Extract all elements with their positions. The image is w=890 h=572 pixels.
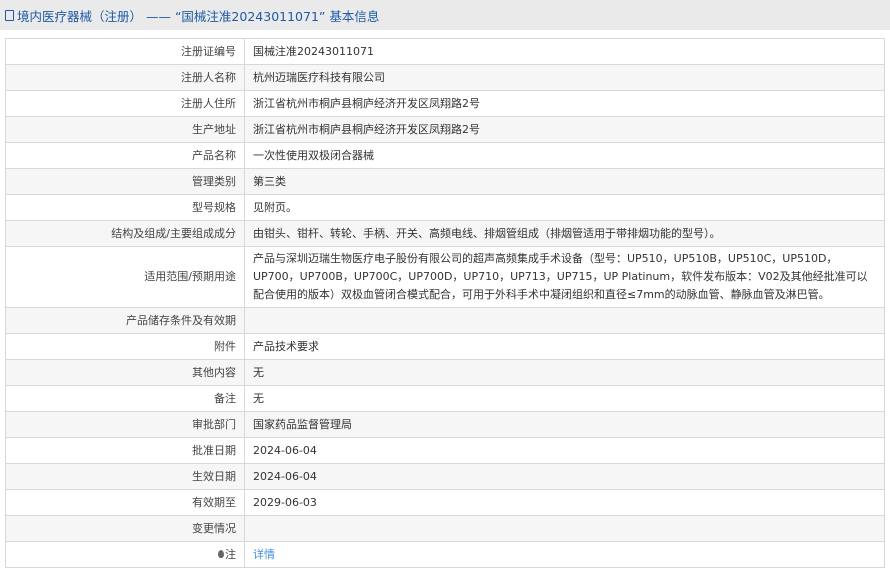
table-row: 管理类别 第三类 (5, 168, 885, 195)
table-row: 其他内容无 (5, 359, 885, 386)
table-row: 有效期至 2029-06-03 (5, 489, 885, 516)
field-label: 产品储存条件及有效期 (5, 307, 245, 334)
field-value: 见附页。 (244, 194, 885, 221)
field-value: 杭州迈瑞医疗科技有限公司 (244, 64, 885, 91)
field-label: 审批部门 (5, 411, 245, 438)
field-value: 一次性使用双极闭合器械 (244, 142, 885, 169)
field-label: 有效期至 (5, 489, 245, 516)
table-row: 型号规格 见附页。 (5, 194, 885, 221)
field-label: 注册人住所 (5, 90, 245, 117)
field-value: 产品与深圳迈瑞生物医疗电子股份有限公司的超声高频集成手术设备（型号：UP510，… (244, 246, 885, 308)
field-label: 管理类别 (5, 168, 245, 195)
page-header: 境内医疗器械（注册） —— “国械注准20243011071” 基本信息 (0, 0, 890, 30)
table-row: 附件 产品技术要求 (5, 333, 885, 360)
field-value: 2029-06-03 (244, 489, 885, 516)
field-value: 国家药品监督管理局 (244, 411, 885, 438)
field-label: 其他内容 (5, 359, 245, 386)
table-row: 审批部门 国家药品监督管理局 (5, 411, 885, 438)
info-table: 注册证编号 国械注准20243011071 注册人名称 杭州迈瑞医疗科技有限公司 注册人… (5, 38, 885, 568)
note-label: 注 (225, 547, 236, 561)
field-label: 注 (5, 541, 245, 568)
field-value: 无 (244, 385, 885, 412)
field-value: 产品技术要求 (244, 333, 885, 360)
field-label: 批准日期 (5, 437, 245, 464)
page-title: 境内医疗器械（注册） —— “国械注准20243011071” 基本信息 (17, 8, 380, 24)
details-link[interactable]: 详情 (253, 548, 275, 561)
table-row: 适用范围/预期用途 产品与深圳迈瑞生物医疗电子股份有限公司的超声高频集成手术设备（… (5, 246, 885, 308)
field-value: 无 (244, 359, 885, 386)
field-value (244, 515, 885, 542)
field-value: 国械注准20243011071 (244, 38, 885, 65)
field-value: 浙江省杭州市桐庐县桐庐经济开发区凤翔路2号 (244, 116, 885, 143)
field-label: 备注 (5, 385, 245, 412)
table-row: 生产地址 浙江省杭州市桐庐县桐庐经济开发区凤翔路2号 (5, 116, 885, 143)
field-label: 生产地址 (5, 116, 245, 143)
table-row: 注 详情 (5, 541, 885, 568)
table-row: 备注无 (5, 385, 885, 412)
field-label: 注册人名称 (5, 64, 245, 91)
field-label: 变更情况 (5, 515, 245, 542)
field-value: 由钳头、钳杆、转轮、手柄、开关、高频电线、排烟管组成（排烟管适用于带排烟功能的型… (244, 220, 885, 247)
field-label: 结构及组成/主要组成成分 (5, 220, 245, 247)
table-row: 结构及组成/主要组成成分 由钳头、钳杆、转轮、手柄、开关、高频电线、排烟管组成（排… (5, 220, 885, 247)
field-label: 型号规格 (5, 194, 245, 221)
field-label: 附件 (5, 333, 245, 360)
field-label: 适用范围/预期用途 (5, 246, 245, 308)
field-value: 第三类 (244, 168, 885, 195)
table-row: 产品储存条件及有效期 (5, 307, 885, 334)
table-row: 注册人名称 杭州迈瑞医疗科技有限公司 (5, 64, 885, 91)
table-row: 生效日期 2024-06-04 (5, 463, 885, 490)
table-row: 注册人住所 浙江省杭州市桐庐县桐庐经济开发区凤翔路2号 (5, 90, 885, 117)
field-label: 产品名称 (5, 142, 245, 169)
document-icon (5, 9, 14, 21)
table-row: 产品名称 一次性使用双极闭合器械 (5, 142, 885, 169)
pin-icon (218, 549, 224, 558)
field-value: 2024-06-04 (244, 437, 885, 464)
field-label: 生效日期 (5, 463, 245, 490)
field-value: 详情 (244, 541, 885, 568)
field-value (244, 307, 885, 334)
field-value: 2024-06-04 (244, 463, 885, 490)
field-label: 注册证编号 (5, 38, 245, 65)
field-value: 浙江省杭州市桐庐县桐庐经济开发区凤翔路2号 (244, 90, 885, 117)
table-row: 批准日期 2024-06-04 (5, 437, 885, 464)
table-row: 注册证编号 国械注准20243011071 (5, 38, 885, 65)
table-row: 变更情况 (5, 515, 885, 542)
